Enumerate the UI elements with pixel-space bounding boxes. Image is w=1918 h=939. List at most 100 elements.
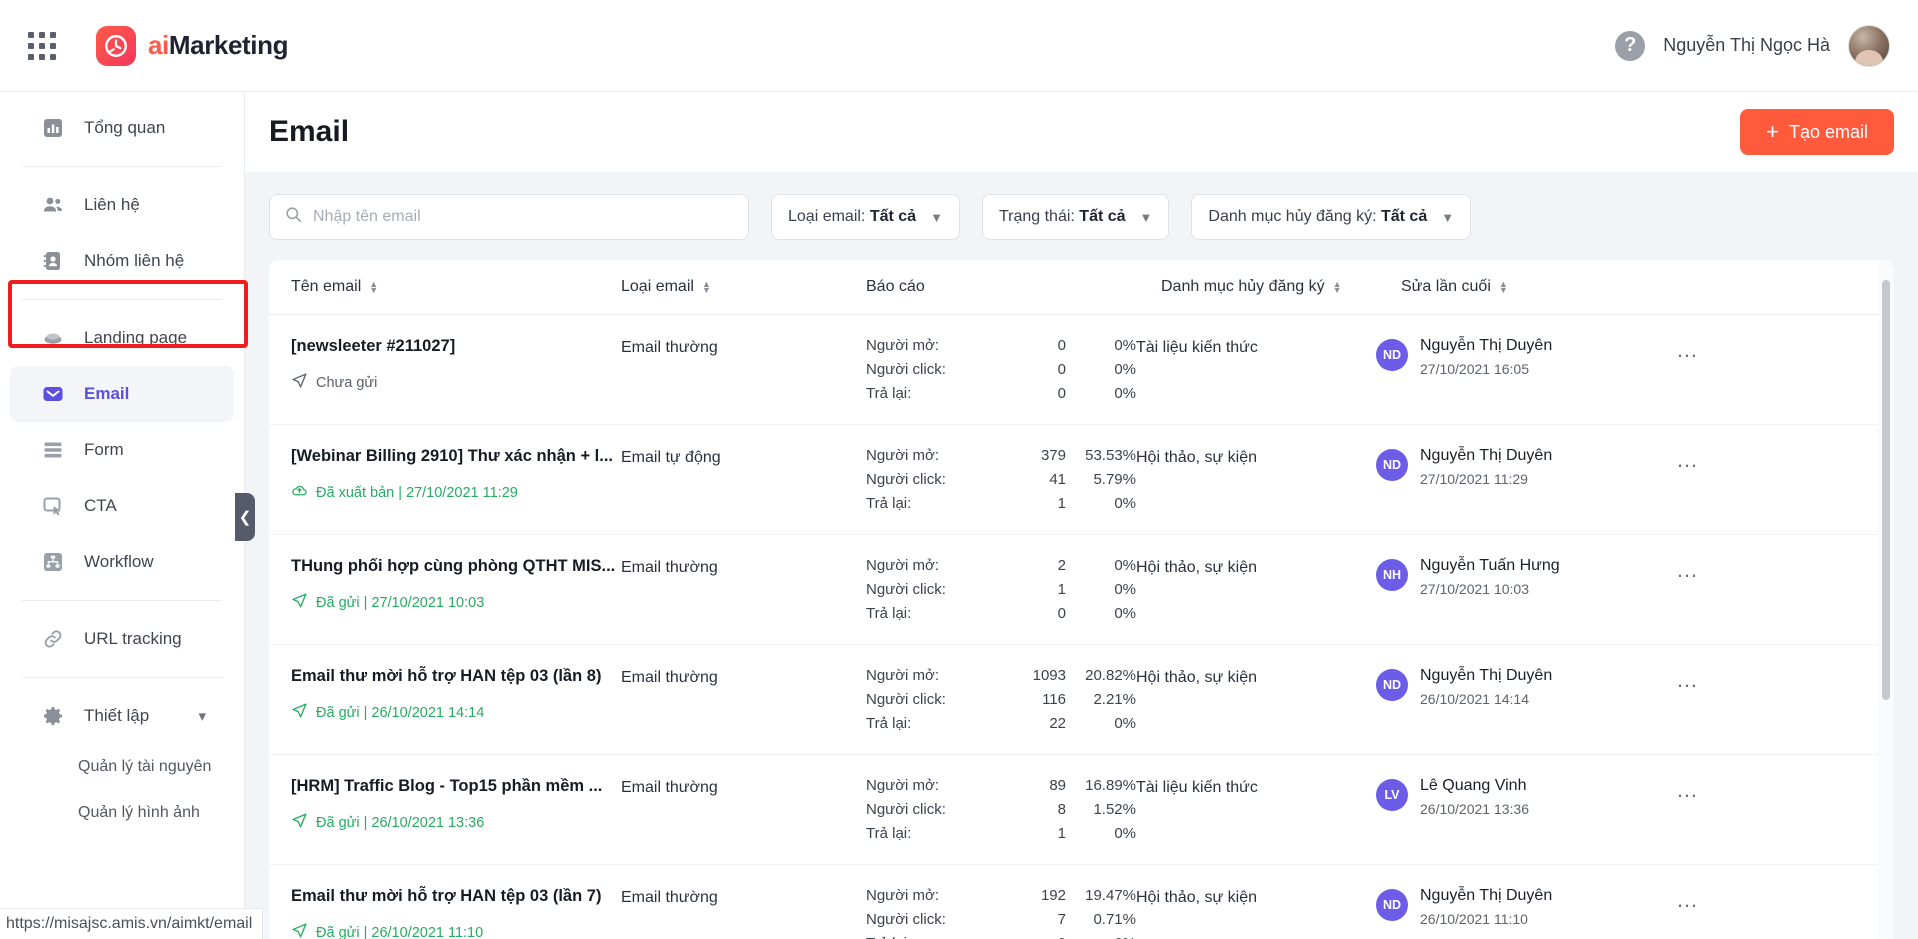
sidebar-subitem-quan-ly-hinh-anh[interactable]: Quản lý hình ảnh xyxy=(0,790,244,836)
search-box[interactable] xyxy=(269,194,749,240)
page-header: Email + Tạo email xyxy=(245,92,1918,172)
cell-email-name[interactable]: Email thư mời hỗ trợ HAN tệp 03 (lần 8) … xyxy=(291,667,621,754)
sidebar-item-thiet-lap[interactable]: Thiết lập ▾ xyxy=(10,688,234,744)
sidebar-item-label: Form xyxy=(84,440,124,459)
more-options-icon[interactable]: … xyxy=(1676,445,1700,472)
sidebar-subitem-quan-ly-tai-nguyen[interactable]: Quản lý tài nguyên xyxy=(0,744,244,790)
grid-apps-icon[interactable] xyxy=(28,31,56,60)
report-bounces-label: Trả lại: xyxy=(866,385,912,402)
link-icon xyxy=(40,626,66,652)
sidebar-item-workflow[interactable]: Workflow xyxy=(10,534,234,590)
report-bounces-value: 22 xyxy=(1049,715,1066,732)
cell-email-name[interactable]: [Webinar Billing 2910] Thư xác nhận + l.… xyxy=(291,447,621,534)
filter-email-type-label: Loại email: xyxy=(788,208,866,225)
sidebar-item-cta[interactable]: CTA xyxy=(10,478,234,534)
create-email-button[interactable]: + Tạo email xyxy=(1740,109,1894,155)
filter-unsubscribe-value: Tất cả xyxy=(1380,208,1428,225)
cell-email-name[interactable]: [HRM] Traffic Blog - Top15 phần mềm ... … xyxy=(291,777,621,864)
cell-editor: LV Lê Quang Vinh 26/10/2021 13:36 xyxy=(1376,777,1676,864)
report-bounces-value: 1 xyxy=(1057,825,1066,842)
column-header-bao-cao: Báo cáo xyxy=(866,278,1161,296)
editor-name: Nguyễn Thị Duyên xyxy=(1420,447,1553,464)
sidebar-item-label: URL tracking xyxy=(84,629,182,648)
column-header-sua-lan-cuoi[interactable]: Sửa lần cuối ▲ ▼ xyxy=(1401,278,1701,296)
table-row[interactable]: [Webinar Billing 2910] Thư xác nhận + l.… xyxy=(269,425,1894,535)
sidebar-item-label: CTA xyxy=(84,496,117,515)
brand-name: aiMarketing xyxy=(148,30,288,61)
email-name[interactable]: Email thư mời hỗ trợ HAN tệp 03 (lần 7) xyxy=(291,887,621,906)
sidebar-item-nhom-lien-he[interactable]: Nhóm liên hệ xyxy=(10,233,234,289)
filter-status[interactable]: Trạng thái: Tất cả ▼ xyxy=(981,194,1170,240)
table-row[interactable]: Email thư mời hỗ trợ HAN tệp 03 (lần 8) … xyxy=(269,645,1894,755)
user-name[interactable]: Nguyễn Thị Ngọc Hà xyxy=(1663,35,1830,56)
sidebar-divider-1 xyxy=(22,166,222,167)
avatar[interactable] xyxy=(1848,24,1890,67)
sidebar-item-email[interactable]: Email xyxy=(10,366,234,422)
form-icon xyxy=(40,437,66,463)
avatar: ND xyxy=(1376,339,1408,371)
report-opens-value: 1093 xyxy=(1032,667,1066,684)
report-clicks: Người click: 1 0% xyxy=(866,581,1136,598)
email-name[interactable]: [newsleeter #211027] xyxy=(291,337,621,356)
sort-icon[interactable]: ▲ ▼ xyxy=(1333,280,1342,295)
sidebar-divider-2 xyxy=(22,299,222,300)
filter-status-label: Trạng thái: xyxy=(998,208,1075,225)
email-status-text: Chưa gửi xyxy=(316,374,378,391)
report-clicks-percent: 5.79% xyxy=(1093,471,1136,488)
more-options-icon[interactable]: … xyxy=(1676,335,1700,362)
search-input[interactable] xyxy=(313,208,734,226)
report-bounces: Trả lại: 0 0% xyxy=(866,385,1136,402)
table-row[interactable]: [newsleeter #211027] Chưa gửi Email thườ… xyxy=(269,315,1894,425)
report-opens-percent: 0% xyxy=(1114,337,1136,354)
table-row[interactable]: THung phối hợp cùng phòng QTHT MIS... Đã… xyxy=(269,535,1894,645)
filter-bar: Loại email: Tất cả ▼ Trạng thái: Tất cả … xyxy=(245,172,1918,260)
email-name[interactable]: [HRM] Traffic Blog - Top15 phần mềm ... xyxy=(291,777,621,796)
email-name[interactable]: Email thư mời hỗ trợ HAN tệp 03 (lần 8) xyxy=(291,667,621,686)
sidebar-collapse-handle[interactable]: ❮ xyxy=(235,493,255,541)
email-name[interactable]: [Webinar Billing 2910] Thư xác nhận + l.… xyxy=(291,447,621,466)
more-options-icon[interactable]: … xyxy=(1676,775,1700,802)
sidebar-item-tong-quan[interactable]: Tổng quan xyxy=(10,100,234,156)
chevron-down-icon[interactable]: ▾ xyxy=(198,707,206,725)
report-bounces-value: 0 xyxy=(1057,605,1066,622)
table-row[interactable]: Email thư mời hỗ trợ HAN tệp 03 (lần 7) … xyxy=(269,865,1894,939)
avatar: ND xyxy=(1376,449,1408,481)
cell-email-type: Email thường xyxy=(621,889,718,906)
cell-email-name[interactable]: Email thư mời hỗ trợ HAN tệp 03 (lần 7) … xyxy=(291,887,621,939)
filter-unsubscribe-category[interactable]: Danh mục hủy đăng ký: Tất cả ▼ xyxy=(1191,194,1472,240)
report-opens: Người mở: 379 53.53% xyxy=(866,447,1136,464)
sort-icon[interactable]: ▲ ▼ xyxy=(702,280,711,295)
sidebar-item-url-tracking[interactable]: URL tracking xyxy=(10,611,234,667)
cell-category: Hội thảo, sự kiện xyxy=(1136,449,1257,466)
email-name[interactable]: THung phối hợp cùng phòng QTHT MIS... xyxy=(291,557,621,576)
create-email-label: Tạo email xyxy=(1788,121,1868,142)
column-header-ten-email[interactable]: Tên email ▲ ▼ xyxy=(291,278,621,296)
sort-icon[interactable]: ▲ ▼ xyxy=(369,280,378,295)
cell-category: Tài liệu kiến thức xyxy=(1136,779,1258,796)
sort-icon[interactable]: ▲ ▼ xyxy=(1499,280,1508,295)
column-header-danh-muc[interactable]: Danh mục hủy đăng ký ▲ ▼ xyxy=(1161,278,1401,296)
filter-email-type-value: Tất cả xyxy=(869,208,917,225)
sidebar-item-landing-page[interactable]: Landing page xyxy=(10,310,234,366)
report-clicks: Người click: 116 2.21% xyxy=(866,691,1136,708)
cell-email-name[interactable]: THung phối hợp cùng phòng QTHT MIS... Đã… xyxy=(291,557,621,644)
sidebar-item-form[interactable]: Form xyxy=(10,422,234,478)
brand-logo-area[interactable]: aiMarketing xyxy=(96,25,288,66)
sidebar-item-lien-he[interactable]: Liên hệ xyxy=(10,177,234,233)
report-clicks-value: 8 xyxy=(1057,801,1066,818)
more-options-icon[interactable]: … xyxy=(1676,885,1700,912)
cell-email-name[interactable]: [newsleeter #211027] Chưa gửi xyxy=(291,337,621,424)
page-title: Email xyxy=(269,115,350,148)
more-options-icon[interactable]: … xyxy=(1676,665,1700,692)
report-opens-label: Người mở: xyxy=(866,667,940,684)
vertical-scrollbar[interactable] xyxy=(1882,280,1890,700)
help-icon[interactable]: ? xyxy=(1615,30,1646,61)
editor-name: Lê Quang Vinh xyxy=(1420,777,1527,794)
report-clicks-label: Người click: xyxy=(866,911,946,928)
more-options-icon[interactable]: … xyxy=(1676,555,1700,582)
column-header-loai-email[interactable]: Loại email ▲ ▼ xyxy=(621,278,866,296)
table-row[interactable]: [HRM] Traffic Blog - Top15 phần mềm ... … xyxy=(269,755,1894,865)
filter-email-type[interactable]: Loại email: Tất cả ▼ xyxy=(771,194,960,240)
cell-report: Người mở: 1093 20.82% Người click: 116 2… xyxy=(866,667,1136,754)
report-bounces-percent: 0% xyxy=(1114,825,1136,842)
